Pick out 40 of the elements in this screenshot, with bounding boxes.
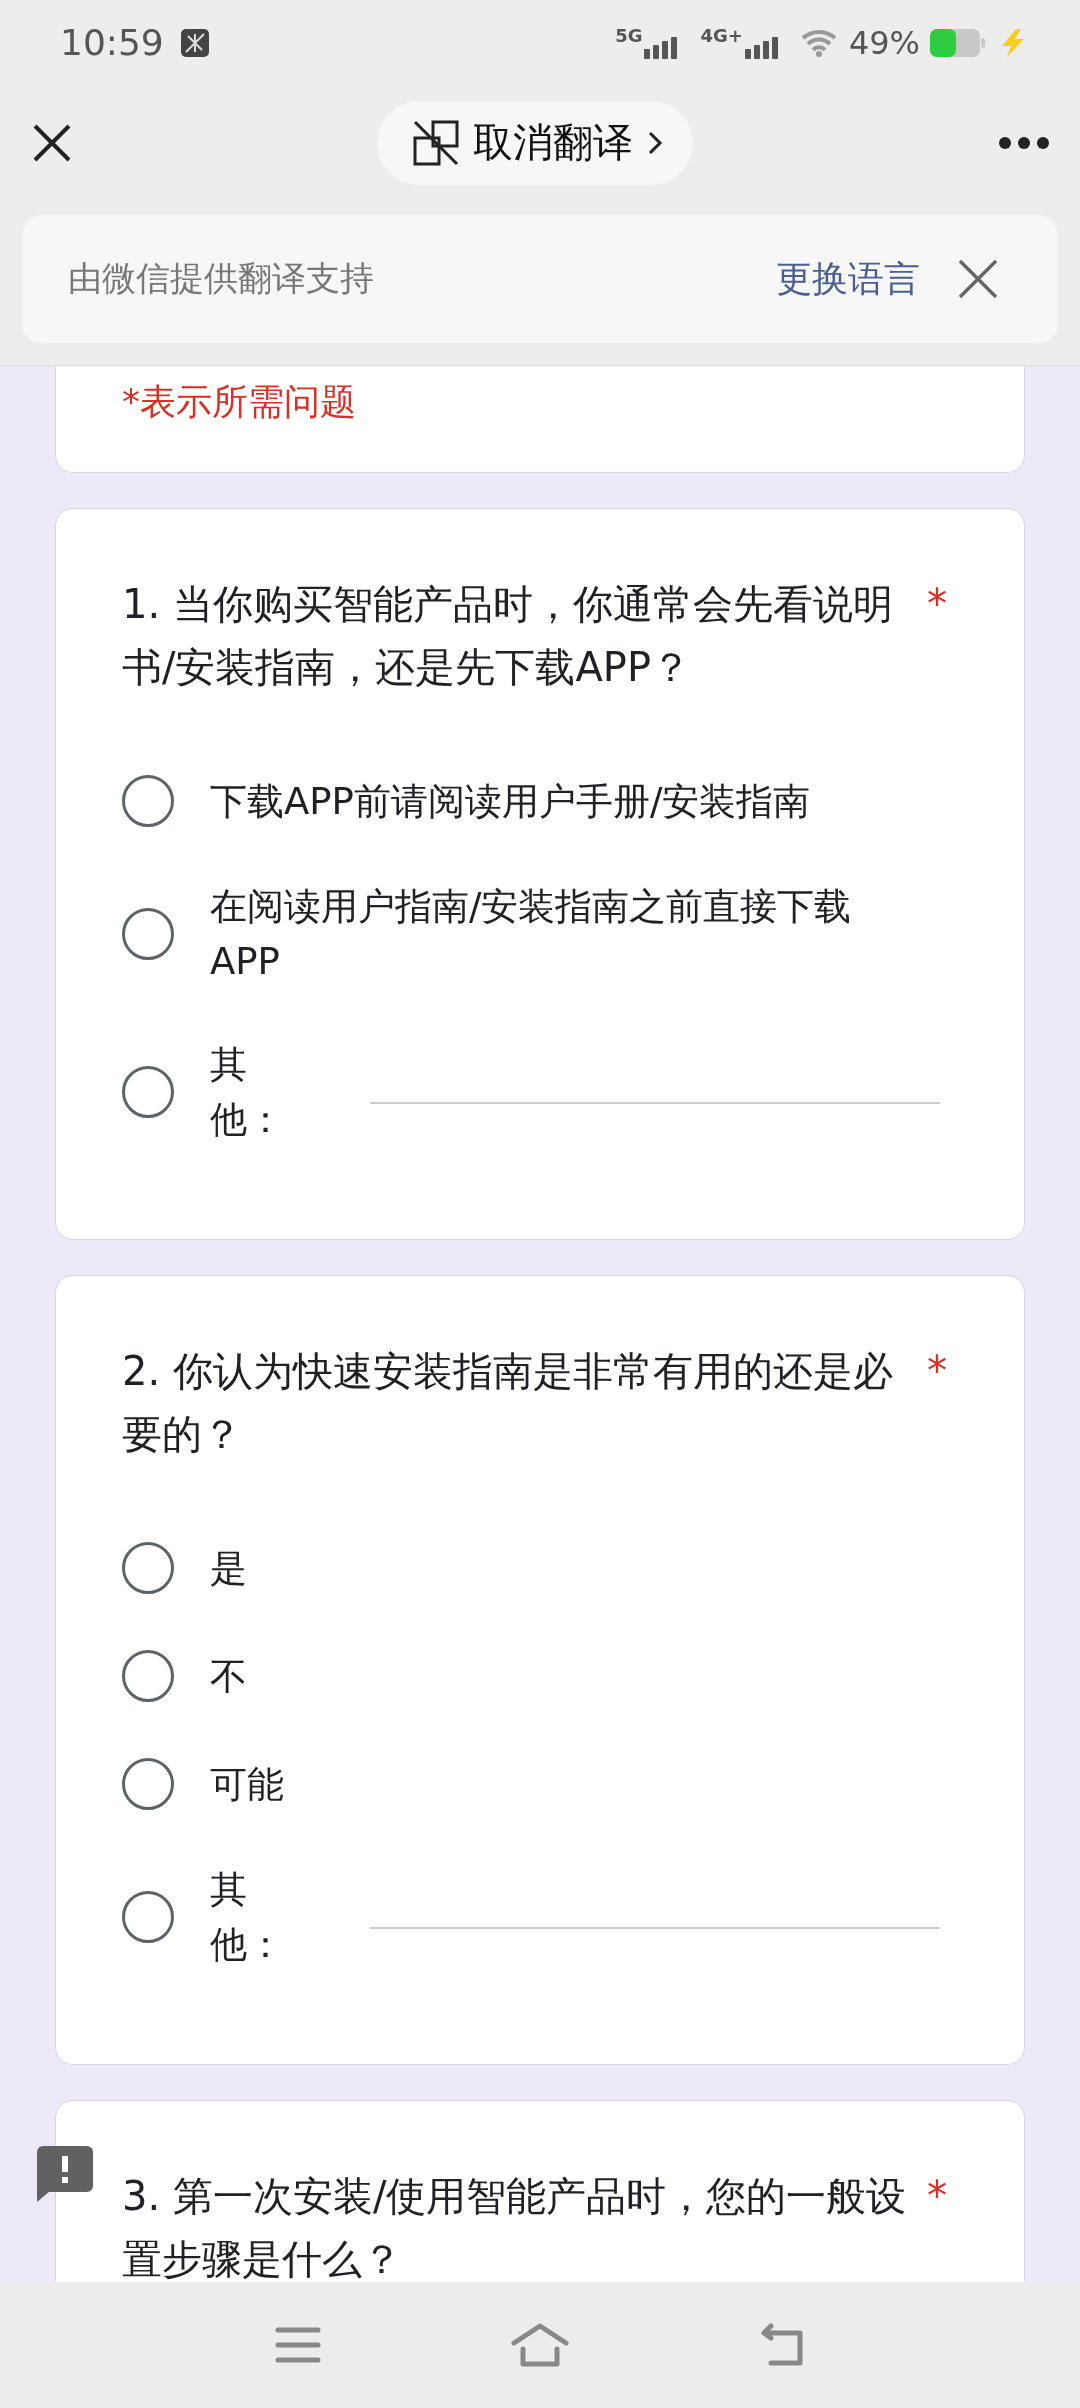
menu-icon[interactable] (275, 2326, 321, 2364)
option-label: 其他： (210, 1042, 285, 1143)
required-asterisk: * (927, 2172, 947, 2221)
question-text: 3. 第一次安装/使用智能产品时，您的一般设置步骤是什么？ (122, 2172, 907, 2282)
feedback-icon[interactable] (37, 2146, 93, 2202)
battery-percent: 49% (848, 23, 920, 62)
close-icon[interactable] (32, 122, 72, 163)
battery-icon (930, 28, 986, 57)
radio-button[interactable] (122, 908, 174, 960)
radio-button[interactable] (122, 1066, 174, 1118)
question-text: 1. 当你购买智能产品时，你通常会先看说明书/安装指南，还是先下载APP？ (122, 580, 894, 692)
change-language-link[interactable]: 更换语言 (776, 254, 920, 304)
radio-button[interactable] (122, 1542, 174, 1594)
signal-icon (744, 36, 781, 59)
option-label: 可能 (210, 1761, 285, 1808)
network-label: 5G (615, 26, 643, 45)
radio-button[interactable] (122, 775, 174, 827)
more-icon[interactable] (998, 135, 1050, 150)
cancel-translation-button[interactable]: 取消翻译 (377, 100, 693, 185)
required-asterisk: * (927, 580, 947, 629)
banner-text: 由微信提供翻译支持 (68, 257, 375, 300)
back-icon[interactable] (759, 2323, 805, 2367)
network-label: 4G+ (700, 26, 743, 45)
home-icon[interactable] (511, 2323, 569, 2367)
app-notification-icon (179, 27, 210, 58)
chevron-right-icon (647, 129, 663, 156)
radio-button[interactable] (122, 1891, 174, 1943)
radio-button[interactable] (122, 1650, 174, 1702)
question-text: 2. 你认为快速安装指南是非常有用的还是必要的？ (122, 1347, 894, 1459)
option-label: 下载APP前请阅读用户手册/安装指南 (210, 778, 812, 825)
status-time: 10:59 (60, 22, 164, 63)
wifi-icon (800, 28, 839, 57)
required-asterisk: * (927, 1347, 947, 1396)
option-label: 其他： (210, 1867, 285, 1968)
option-label: 不 (210, 1653, 248, 1700)
translate-off-icon (413, 119, 459, 166)
option-label: 是 (210, 1545, 248, 1592)
radio-button[interactable] (122, 1758, 174, 1810)
required-note: *表示所需问题 (122, 380, 357, 424)
option-label: 在阅读用户指南/安装指南之前直接下载APP (210, 884, 853, 985)
